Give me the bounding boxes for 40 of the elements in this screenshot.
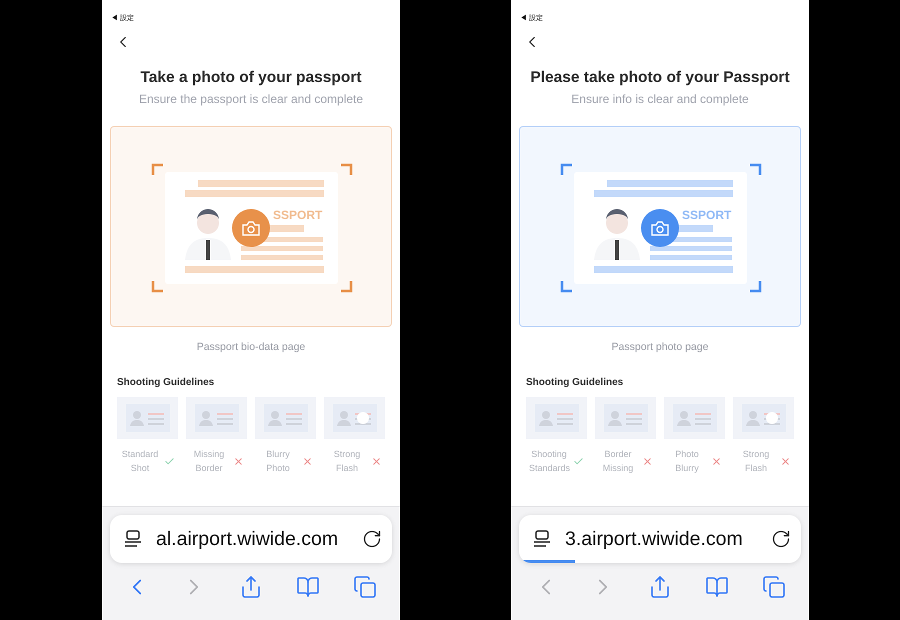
page-subtitle: Ensure info is clear and complete	[570, 92, 750, 106]
id-card-icon	[742, 404, 786, 432]
passport-label: SSPORT	[682, 208, 732, 222]
page-title: Please take photo of your Passport	[529, 69, 791, 87]
id-card-icon	[534, 404, 578, 432]
camera-icon	[242, 220, 260, 236]
id-card-icon	[332, 404, 376, 432]
guideline-label: Photo Blurry	[674, 448, 700, 475]
guideline-label: Strong Flash	[332, 448, 362, 475]
id-card-icon	[264, 404, 308, 432]
url-text: 3.airport.wiwide.com	[565, 528, 744, 550]
reload-icon[interactable]	[362, 529, 382, 549]
id-card-icon	[672, 404, 716, 432]
id-card-icon	[126, 404, 170, 432]
address-bar[interactable]: 3.airport.wiwide.com	[519, 515, 801, 563]
book-icon	[705, 575, 730, 599]
guideline-label: Border Missing	[602, 448, 634, 475]
frame-caption: Passport photo page	[610, 341, 710, 353]
frame-caption: Passport bio-data page	[196, 341, 306, 353]
url-text: al.airport.wiwide.com	[156, 528, 340, 550]
page-title: Take a photo of your passport	[139, 69, 363, 87]
camera-icon	[651, 220, 669, 236]
page-menu-icon	[533, 530, 551, 548]
guideline-label: Standard Shot	[120, 448, 160, 475]
reload-icon[interactable]	[771, 529, 791, 549]
guideline-label: Shooting Standards	[529, 448, 569, 475]
guideline-label: Blurry Photo	[265, 448, 291, 475]
page-subtitle: Ensure the passport is clear and complete	[138, 92, 364, 106]
section-heading: Shooting Guidelines	[117, 377, 216, 388]
guideline-label: Strong Flash	[742, 448, 770, 475]
id-card-icon	[604, 404, 648, 432]
page-menu-icon	[124, 530, 142, 548]
address-bar[interactable]: al.airport.wiwide.com	[110, 515, 392, 563]
tabs-icon	[762, 575, 786, 599]
book-icon	[296, 575, 320, 599]
passport-label: SSPORT	[273, 208, 322, 222]
section-heading: Shooting Guidelines	[526, 377, 624, 388]
guideline-label: Missing Border	[192, 448, 226, 475]
tabs-icon	[353, 575, 378, 599]
id-card-icon	[194, 404, 238, 432]
